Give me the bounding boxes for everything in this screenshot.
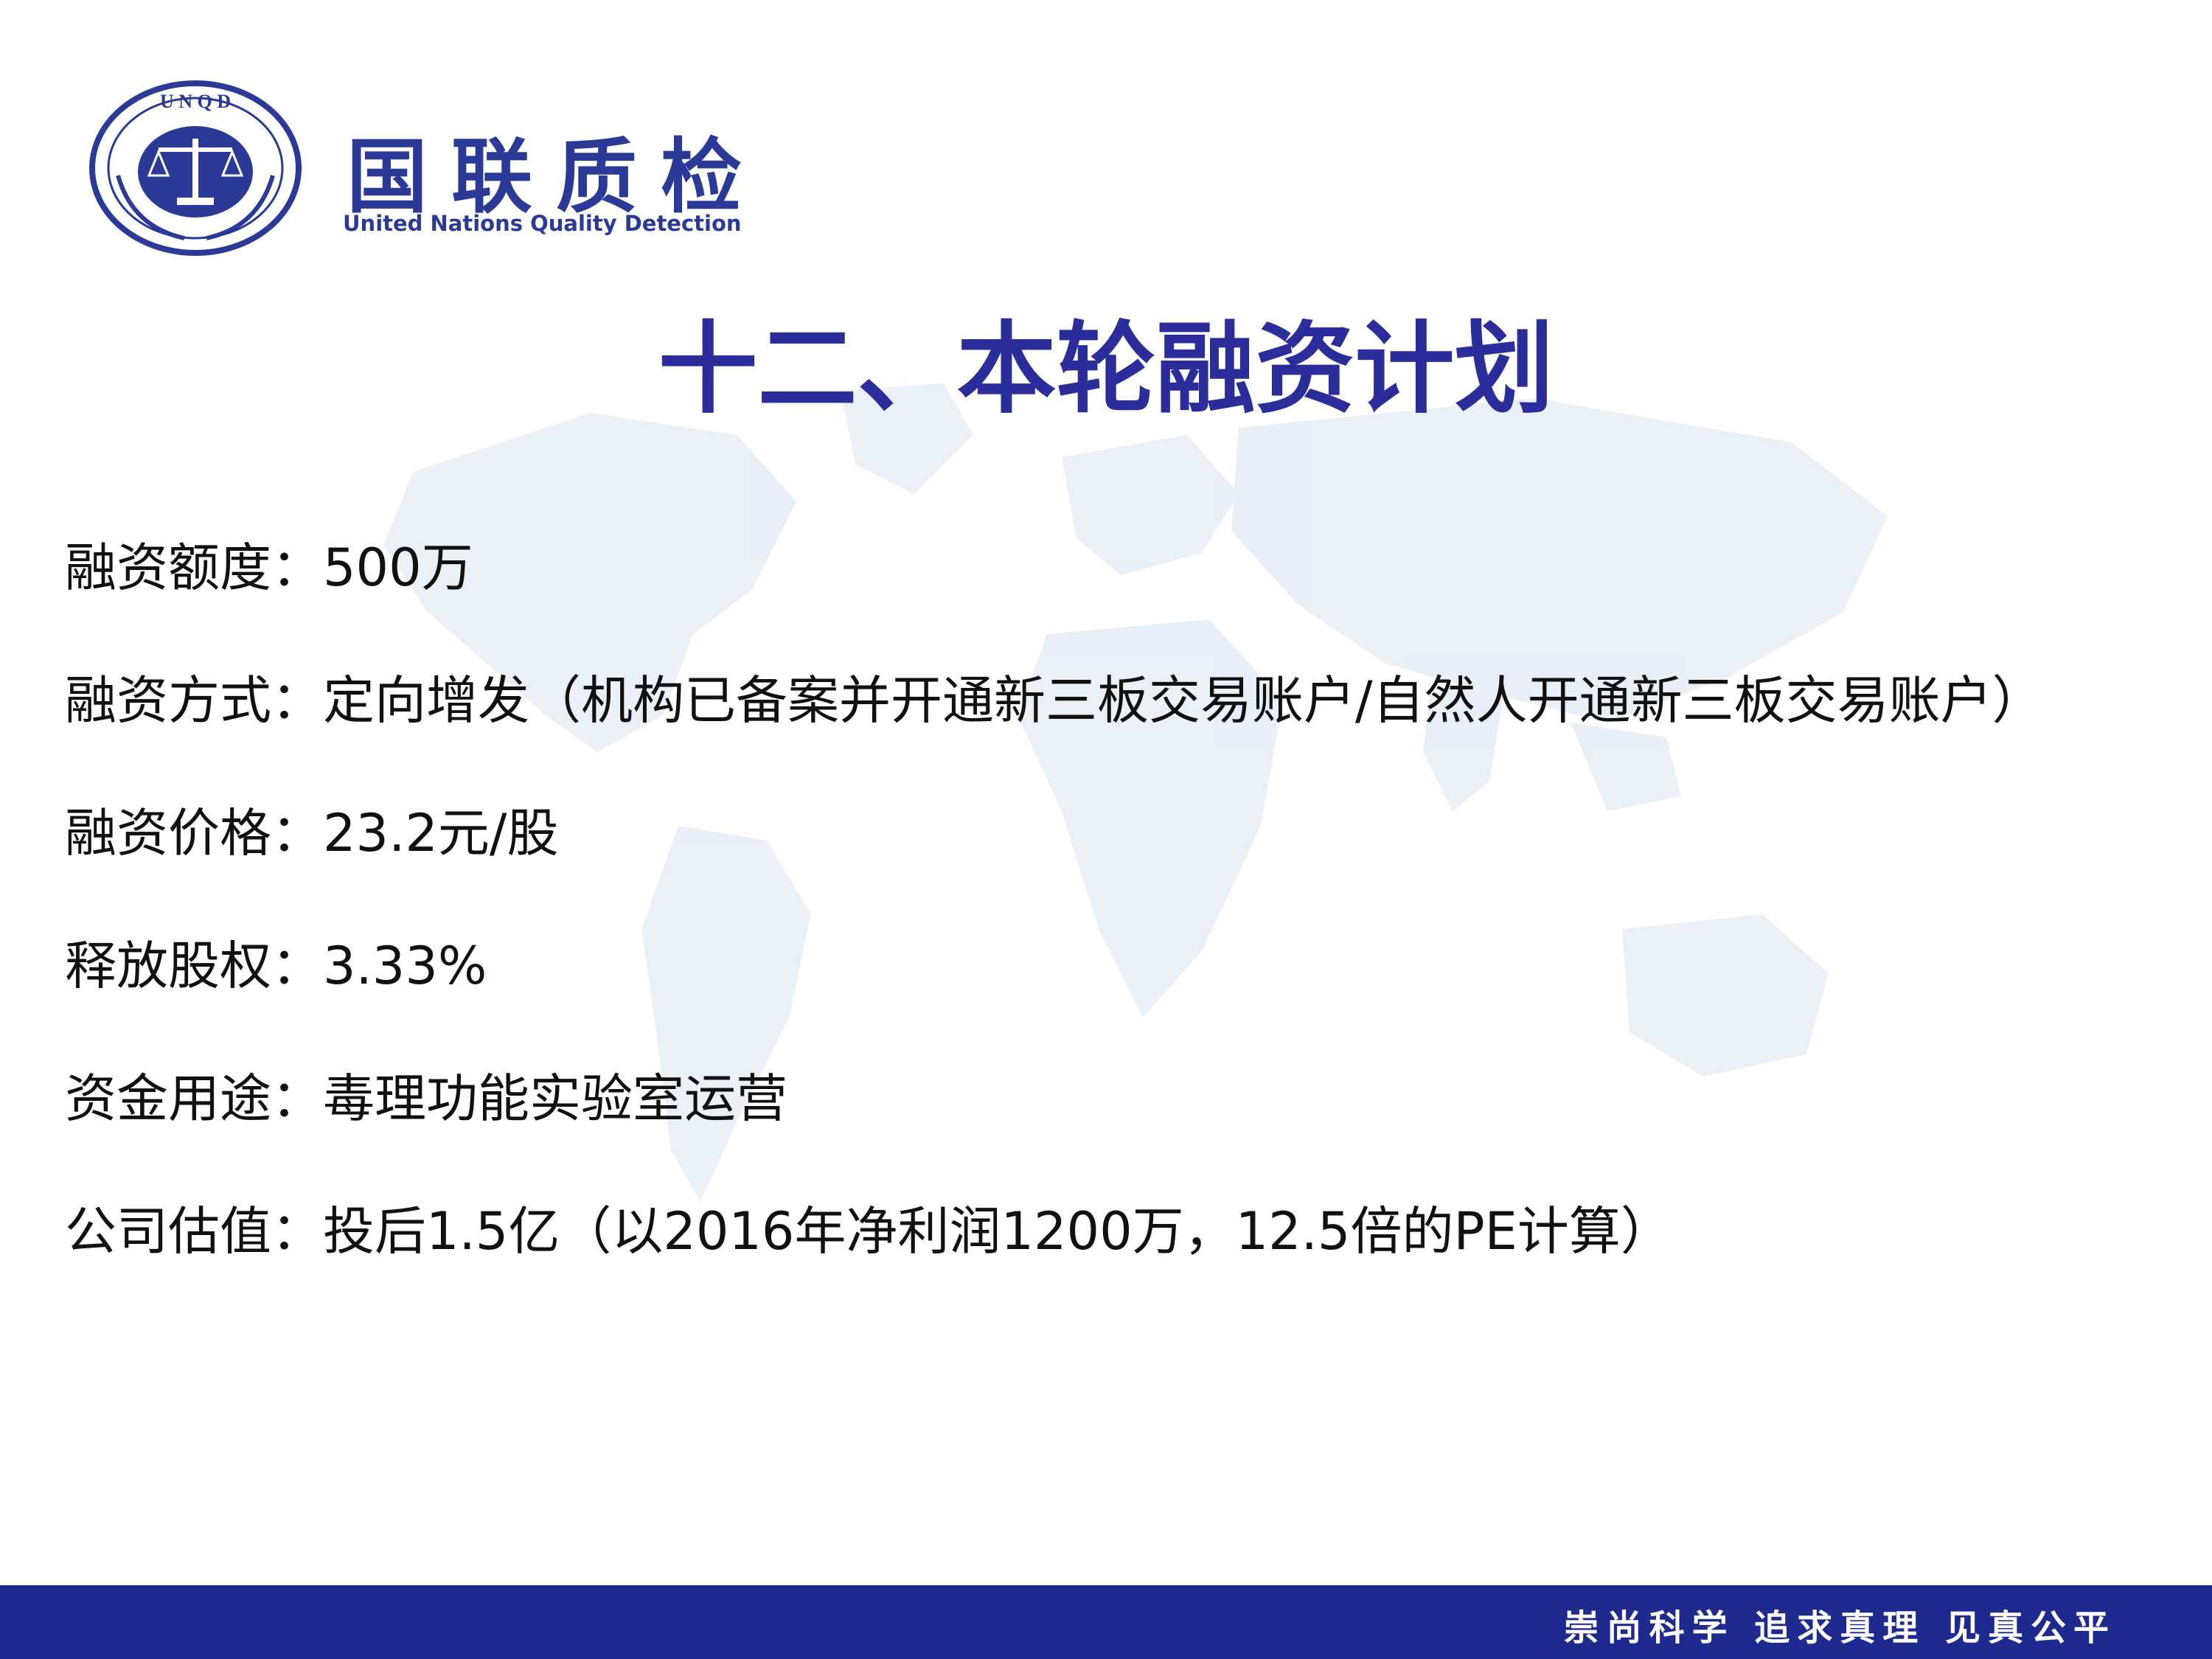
item-value: 投后1.5亿（以2016年净利润1200万，12.5倍的PE计算） — [323, 1201, 1672, 1262]
item-value: 定向增发（机构已备案并开通新三板交易账户/自然人开通新三板交易账户） — [323, 670, 2044, 731]
item-value: 23.2元/股 — [323, 803, 559, 863]
list-item-use-of-funds: 资金用途：毒理功能实验室运营 — [65, 1062, 2203, 1194]
item-value: 毒理功能实验室运营 — [323, 1068, 787, 1129]
item-separator: ： — [271, 670, 323, 731]
item-value: 500万 — [323, 538, 473, 598]
item-label: 融资方式 — [65, 670, 271, 731]
item-separator: ： — [271, 936, 323, 996]
list-item-method: 融资方式：定向增发（机构已备案并开通新三板交易账户/自然人开通新三板交易账户） — [65, 664, 2203, 796]
item-label: 融资额度 — [65, 538, 271, 598]
company-seal-icon: U N Q D — [89, 80, 302, 256]
list-item-price: 融资价格：23.2元/股 — [65, 796, 2203, 929]
list-item-valuation: 公司估值：投后1.5亿（以2016年净利润1200万，12.5倍的PE计算） — [65, 1194, 2203, 1327]
item-value: 3.33% — [323, 936, 487, 996]
company-name-en: United Nations Quality Detection — [343, 211, 742, 236]
item-label: 融资价格 — [65, 803, 271, 863]
list-item-amount: 融资额度：500万 — [65, 531, 2203, 664]
item-label: 资金用途 — [65, 1068, 271, 1129]
footer-bar: 崇尚科学 追求真理 见真公平 — [0, 1585, 2212, 1659]
item-label: 公司估值 — [65, 1201, 271, 1262]
item-separator: ： — [271, 538, 323, 598]
item-separator: ： — [271, 1068, 323, 1129]
item-separator: ： — [271, 1201, 323, 1262]
item-label: 释放股权 — [65, 936, 271, 996]
financing-plan-list: 融资额度：500万 融资方式：定向增发（机构已备案并开通新三板交易账户/自然人开… — [65, 531, 2203, 1327]
list-item-equity: 释放股权：3.33% — [65, 929, 2203, 1062]
footer-slogan: 崇尚科学 追求真理 见真公平 — [1563, 1607, 2116, 1649]
seal-letters: U N Q D — [160, 91, 231, 112]
item-separator: ： — [271, 803, 323, 863]
slide-title: 十二、本轮融资计划 — [658, 311, 1554, 427]
company-logo: U N Q D 国联质检 United Nations Quality Dete… — [88, 80, 752, 264]
